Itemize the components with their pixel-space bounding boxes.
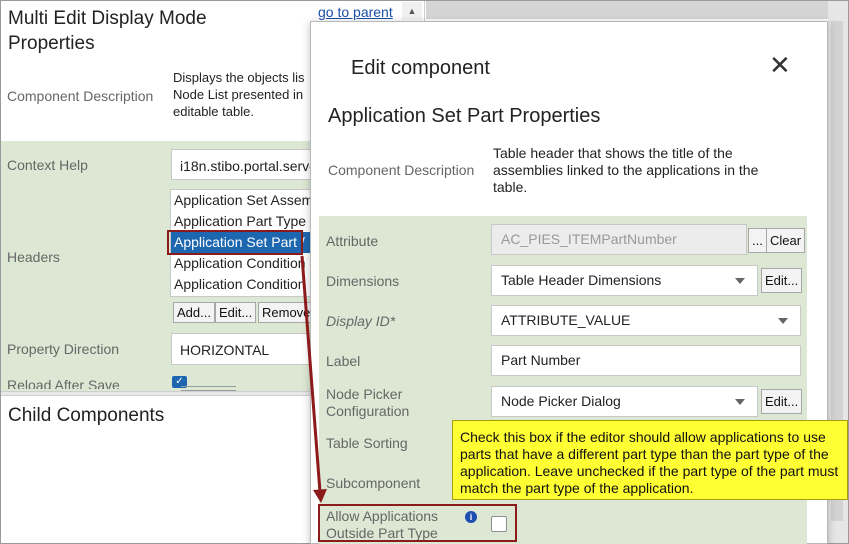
property-direction-select[interactable]: HORIZONTAL <box>171 333 321 365</box>
property-direction-label: Property Direction <box>7 341 120 357</box>
component-description-label: Component Description <box>328 162 475 178</box>
table-sorting-label: Table Sorting <box>326 435 408 451</box>
headers-option[interactable]: Application Condition <box>171 274 324 295</box>
label-input[interactable]: Part Number <box>491 345 801 376</box>
display-id-select[interactable]: ATTRIBUTE_VALUE <box>491 305 801 336</box>
highlight-box-allow-applications <box>318 504 517 542</box>
headers-option[interactable]: Application Condition <box>171 253 324 274</box>
label-label: Label <box>326 353 361 369</box>
node-picker-edit-button[interactable]: Edit... <box>761 389 803 414</box>
dialog-title: Edit component <box>351 57 490 79</box>
close-icon[interactable]: ✕ <box>769 51 791 79</box>
subcomponent-label: Subcomponent <box>326 475 421 491</box>
component-description-label: Component Description <box>7 88 154 104</box>
headers-option[interactable]: Application Set Assem <box>171 190 324 211</box>
description-line: Displays the objects lis <box>173 70 305 85</box>
node-picker-configuration-label: Node Picker Configuration <box>326 386 410 419</box>
description-line: editable table. <box>173 104 254 119</box>
description-line: Node List presented in <box>173 87 304 102</box>
headers-label: Headers <box>7 249 60 265</box>
display-id-label: Display ID* <box>326 313 396 329</box>
go-to-parent-link[interactable]: go to parent <box>318 4 393 20</box>
background-toolbar <box>426 1 848 19</box>
attribute-browse-button[interactable]: ... <box>748 228 767 253</box>
dimensions-select[interactable]: Table Header Dimensions <box>491 265 758 296</box>
edit-header-button[interactable]: Edit... <box>215 302 257 323</box>
dimensions-label: Dimensions <box>326 273 400 289</box>
dimensions-edit-button[interactable]: Edit... <box>761 268 803 293</box>
highlight-box-selected-header <box>167 230 303 255</box>
add-header-button[interactable]: Add... <box>173 302 215 323</box>
panel-title: Multi Edit Display Mode Properties <box>8 8 207 54</box>
attribute-input: AC_PIES_ITEMPartNumber <box>491 224 747 255</box>
remove-header-button[interactable]: Remove <box>258 302 318 323</box>
help-tooltip: Check this box if the editor should allo… <box>452 420 848 500</box>
component-description-text: Displays the objects lis Node List prese… <box>173 69 323 120</box>
attribute-label: Attribute <box>326 233 379 249</box>
context-help-input[interactable]: i18n.stibo.portal.serve <box>171 149 321 180</box>
attribute-clear-button[interactable]: Clear <box>766 228 806 253</box>
component-heading: Application Set Part Properties <box>328 105 601 127</box>
context-help-label: Context Help <box>7 157 88 173</box>
headers-option[interactable]: Application Part Type <box>171 211 324 232</box>
reload-after-save-label: Reload After Save <box>7 377 120 389</box>
component-description-text: Table header that shows the title of the… <box>493 145 759 195</box>
node-picker-select[interactable]: Node Picker Dialog <box>491 386 758 417</box>
child-components-title: Child Components <box>8 405 165 426</box>
scroll-up-arrow-icon[interactable]: ▲ <box>402 2 422 20</box>
splitter-grip-icon[interactable] <box>181 386 236 391</box>
